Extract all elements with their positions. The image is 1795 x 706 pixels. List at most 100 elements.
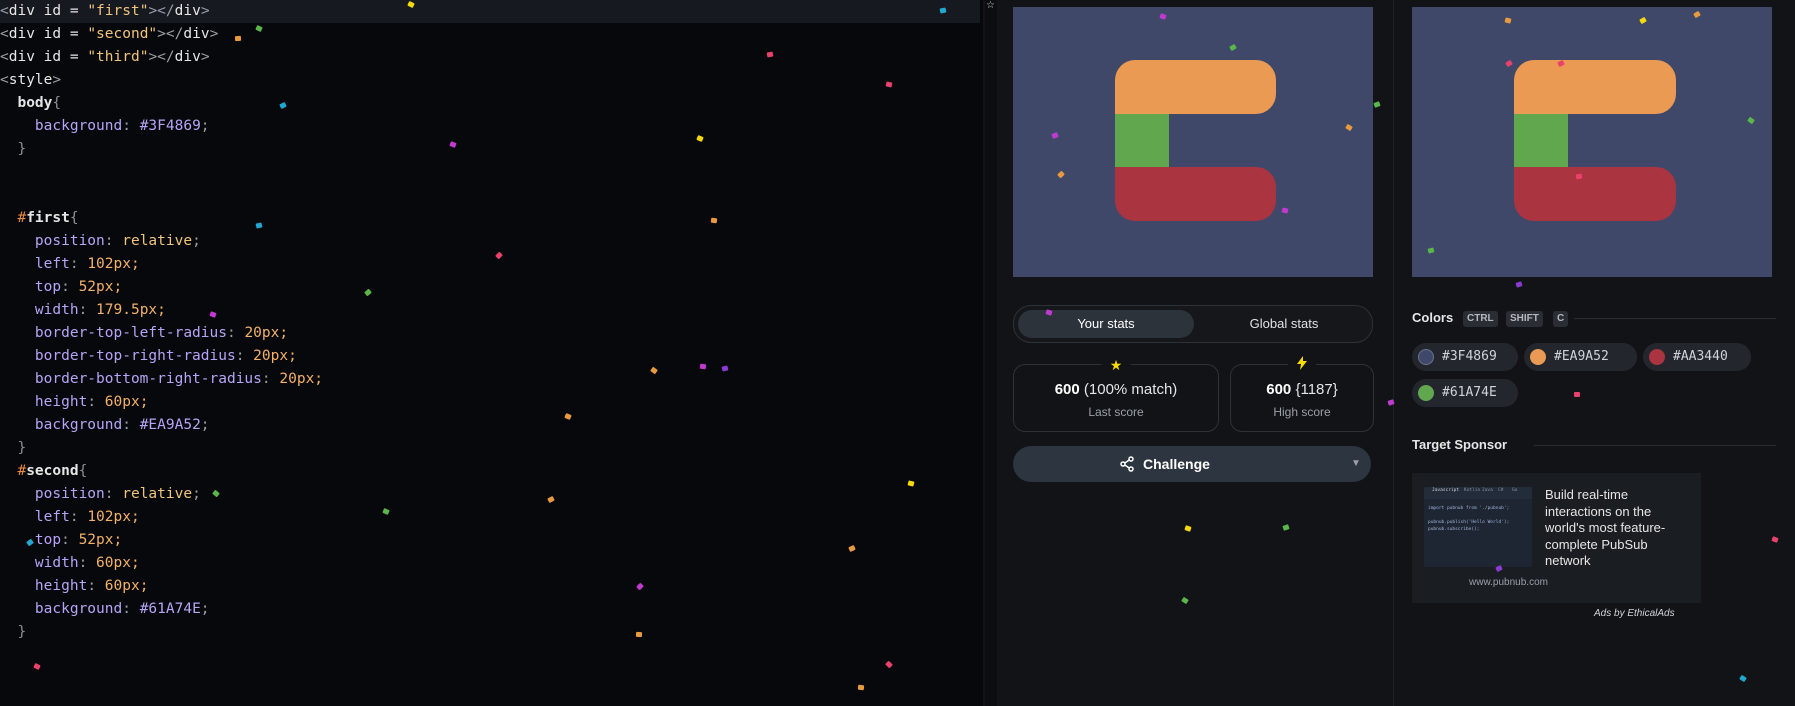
code-line[interactable] xyxy=(0,184,980,207)
code-token: px; xyxy=(139,302,166,318)
code-token: 20 xyxy=(279,371,297,387)
ad-image[interactable]: Javascript Kotlin Java C# Go import pubn… xyxy=(1424,487,1532,567)
code-token: border-top-left-radius xyxy=(0,325,227,341)
color-dot xyxy=(1418,349,1434,365)
challenge-button[interactable]: Challenge ▼ xyxy=(1013,446,1371,482)
chevron-down-icon[interactable]: ▼ xyxy=(1351,446,1365,482)
code-token: ; xyxy=(200,118,210,134)
code-line[interactable]: width: 179.5px; xyxy=(0,299,980,322)
code-token: } xyxy=(0,624,27,640)
code-token: background xyxy=(0,417,123,433)
code-token: 20 xyxy=(244,325,262,341)
code-token: { xyxy=(52,95,62,111)
code-token: > xyxy=(200,3,210,19)
code-line[interactable]: border-top-left-radius: 20px; xyxy=(0,322,980,345)
code-token: < xyxy=(0,3,9,19)
code-token: border-top-right-radius xyxy=(0,348,236,364)
code-token: # xyxy=(0,463,27,479)
color-swatch[interactable]: #EA9A52 xyxy=(1524,343,1637,371)
code-token: : xyxy=(261,371,280,387)
code-token: background xyxy=(0,118,123,134)
code-token: relative xyxy=(122,233,193,249)
code-token: id = xyxy=(34,26,88,42)
code-token: > xyxy=(200,49,210,65)
code-token: 102 xyxy=(87,509,114,525)
code-line[interactable]: width: 60px; xyxy=(0,552,980,575)
sponsor-ad[interactable]: Javascript Kotlin Java C# Go import pubn… xyxy=(1412,473,1701,603)
target-first-shape xyxy=(1514,60,1676,114)
code-line[interactable]: top: 52px; xyxy=(0,529,980,552)
code-line[interactable]: height: 60px; xyxy=(0,575,980,598)
code-line[interactable]: background: #EA9A52; xyxy=(0,414,980,437)
stats-toggle: Your stats Global stats xyxy=(1013,305,1373,343)
code-line[interactable]: #first{ xyxy=(0,207,980,230)
code-line[interactable]: border-bottom-right-radius: 20px; xyxy=(0,368,980,391)
colors-divider xyxy=(1574,318,1776,319)
code-token: position xyxy=(0,233,105,249)
code-token: #61A74E xyxy=(139,601,201,617)
code-line[interactable]: left: 102px; xyxy=(0,506,980,529)
target-third-shape xyxy=(1514,167,1676,221)
code-line[interactable]: <div id = "second"></div> xyxy=(0,23,980,46)
code-token: ></ xyxy=(148,3,175,19)
ad-image-tab: Go xyxy=(1512,488,1518,493)
tab-your-stats[interactable]: Your stats xyxy=(1018,310,1194,338)
code-token: position xyxy=(0,486,105,502)
code-line[interactable]: #second{ xyxy=(0,460,980,483)
code-token: : xyxy=(78,555,97,571)
code-token: ; xyxy=(192,486,201,502)
code-token: width xyxy=(0,555,79,571)
color-swatch[interactable]: #AA3440 xyxy=(1643,343,1751,371)
code-token: : xyxy=(122,417,140,433)
high-score-caption: High score xyxy=(1273,405,1331,419)
editor-scrollbar[interactable] xyxy=(983,0,985,706)
code-line[interactable]: } xyxy=(0,138,980,161)
code-line[interactable]: background: #3F4869; xyxy=(0,115,980,138)
shortcut-c: C xyxy=(1553,311,1569,327)
star-icon: ☆ xyxy=(986,0,995,11)
ad-text[interactable]: Build real-time interactions on the worl… xyxy=(1545,487,1693,570)
ad-image-code-line xyxy=(1428,512,1509,519)
last-score-match: (100% match) xyxy=(1083,381,1178,398)
code-line[interactable]: top: 52px; xyxy=(0,276,980,299)
challenge-label: Challenge xyxy=(1143,456,1210,472)
code-line[interactable]: background: #61A74E; xyxy=(0,598,980,621)
output-preview[interactable] xyxy=(1013,7,1373,277)
code-token: 179.5 xyxy=(96,302,140,318)
color-swatch[interactable]: #61A74E xyxy=(1412,379,1518,407)
code-lines[interactable]: <div id = "first"></div> <div id = "secon… xyxy=(0,0,980,644)
output-third-shape xyxy=(1115,167,1276,221)
code-line[interactable]: position: relative; xyxy=(0,483,980,506)
color-swatch[interactable]: #3F4869 xyxy=(1412,343,1518,371)
code-line[interactable]: border-top-right-radius: 20px; xyxy=(0,345,980,368)
ad-image-tab: Kotlin xyxy=(1464,488,1481,493)
code-token: # xyxy=(0,210,27,226)
code-token: div xyxy=(8,26,35,42)
code-line[interactable]: <style> xyxy=(0,69,980,92)
code-token: height xyxy=(0,394,88,410)
code-token: ; xyxy=(200,601,210,617)
code-token: px; xyxy=(122,394,149,410)
code-token: : xyxy=(78,302,97,318)
code-line[interactable]: position: relative; xyxy=(0,230,980,253)
last-score-number: 600 xyxy=(1054,381,1080,398)
ad-url[interactable]: www.pubnub.com xyxy=(1412,577,1605,588)
code-line[interactable]: left: 102px; xyxy=(0,253,980,276)
target-preview[interactable] xyxy=(1412,7,1772,277)
code-line[interactable]: <div id = "third"></div> xyxy=(0,46,980,69)
code-line[interactable]: <div id = "first"></div> xyxy=(0,0,980,23)
code-line[interactable]: body{ xyxy=(0,92,980,115)
code-token: : xyxy=(122,601,140,617)
code-token: : xyxy=(235,348,254,364)
tab-global-stats[interactable]: Global stats xyxy=(1200,310,1368,338)
code-line[interactable]: } xyxy=(0,437,980,460)
code-token: > xyxy=(52,72,62,88)
code-token: px; xyxy=(96,532,123,548)
ads-by-link[interactable]: Ads by EthicalAds xyxy=(1594,608,1675,619)
code-line[interactable]: height: 60px; xyxy=(0,391,980,414)
code-editor[interactable]: <div id = "first"></div> <div id = "secon… xyxy=(0,0,985,706)
code-line[interactable]: } xyxy=(0,621,980,644)
shortcut-shift: SHIFT xyxy=(1506,311,1543,327)
code-line[interactable] xyxy=(0,161,980,184)
last-score-caption: Last score xyxy=(1088,405,1144,419)
